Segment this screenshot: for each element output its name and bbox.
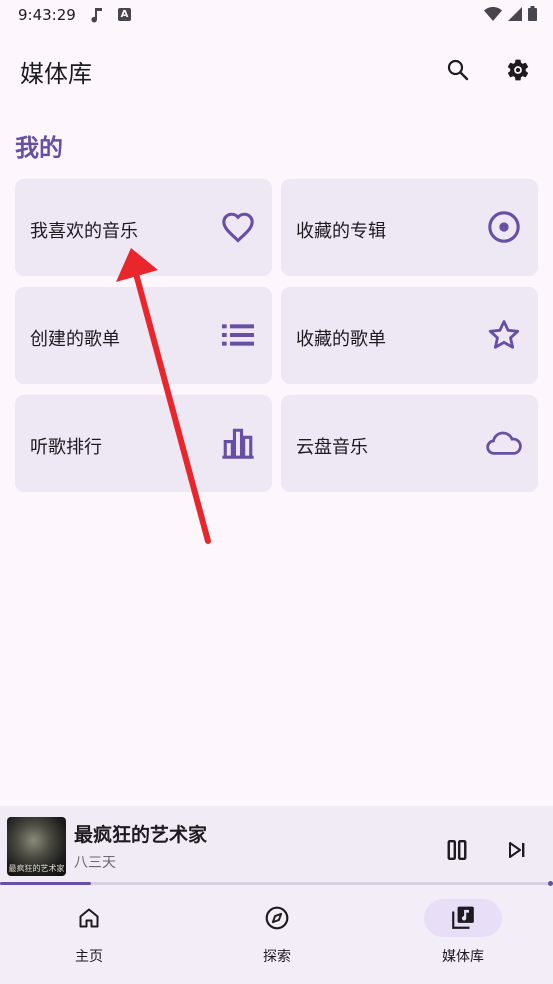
status-time: 9:43:29 xyxy=(18,6,76,24)
tile-label: 创建的歌单 xyxy=(30,329,120,350)
nav-item-explore[interactable]: 探索 xyxy=(182,886,366,984)
notification-a-icon: A xyxy=(118,8,131,21)
nav-pill xyxy=(50,899,128,937)
tile-label: 听歌排行 xyxy=(30,437,102,458)
song-artist: 八三天 xyxy=(74,855,116,871)
cloud-icon xyxy=(486,425,522,461)
gear-icon xyxy=(507,59,529,81)
bottom-nav: 主页 探索 媒体库 xyxy=(0,886,553,984)
section-title: 我的 xyxy=(15,134,63,162)
mini-player[interactable]: 最疯狂的艺术家 最疯狂的艺术家 八三天 xyxy=(0,806,553,886)
pause-button[interactable] xyxy=(441,834,473,866)
nav-pill xyxy=(238,899,316,937)
nav-label: 探索 xyxy=(263,949,291,965)
song-title: 最疯狂的艺术家 xyxy=(74,824,208,846)
settings-button[interactable] xyxy=(500,52,536,88)
battery-icon xyxy=(528,6,537,25)
library-music-icon xyxy=(452,906,474,929)
cover-text: 最疯狂的艺术家 xyxy=(8,864,65,873)
playback-progress[interactable] xyxy=(0,881,553,886)
tile-label: 收藏的歌单 xyxy=(296,329,386,350)
music-note-icon xyxy=(90,7,104,27)
app-bar: 媒体库 xyxy=(0,40,553,100)
heart-icon xyxy=(220,209,256,245)
tile-created-playlists[interactable]: 创建的歌单 xyxy=(15,287,272,384)
skip-next-icon xyxy=(509,842,525,858)
tile-collected-albums[interactable]: 收藏的专辑 xyxy=(281,179,538,276)
tile-cloud-music[interactable]: 云盘音乐 xyxy=(281,395,538,492)
notification-a-label: A xyxy=(120,9,129,20)
progress-fill xyxy=(0,882,92,885)
tile-favorite-music[interactable]: 我喜欢的音乐 xyxy=(15,179,272,276)
wifi-icon xyxy=(484,6,502,25)
star-icon xyxy=(486,317,522,353)
nav-label: 媒体库 xyxy=(442,949,484,965)
search-button[interactable] xyxy=(440,52,476,88)
tile-label: 收藏的专辑 xyxy=(296,221,386,242)
next-button[interactable] xyxy=(501,834,533,866)
signal-icon xyxy=(508,6,522,25)
status-bar: 9:43:29 A xyxy=(0,0,553,32)
compass-icon xyxy=(265,906,289,930)
tile-label: 云盘音乐 xyxy=(296,437,368,458)
album-cover: 最疯狂的艺术家 xyxy=(7,817,66,876)
nav-pill-active xyxy=(424,899,502,937)
bar-chart-icon xyxy=(220,425,256,461)
tile-label: 我喜欢的音乐 xyxy=(30,221,138,242)
tile-collected-playlists[interactable]: 收藏的歌单 xyxy=(281,287,538,384)
list-icon xyxy=(220,317,256,353)
page-title: 媒体库 xyxy=(20,60,92,88)
status-right-icons xyxy=(484,6,537,25)
nav-label: 主页 xyxy=(75,949,103,965)
search-icon xyxy=(447,59,469,81)
home-icon xyxy=(79,908,99,928)
nav-item-library[interactable]: 媒体库 xyxy=(368,886,552,984)
tile-listening-ranking[interactable]: 听歌排行 xyxy=(15,395,272,492)
pause-icon xyxy=(447,839,467,861)
album-disc-icon xyxy=(486,209,522,245)
library-grid: 我喜欢的音乐 收藏的专辑 创建的歌单 收藏的歌单 听歌排行 云盘音乐 xyxy=(15,179,538,492)
nav-item-home[interactable]: 主页 xyxy=(0,886,178,984)
